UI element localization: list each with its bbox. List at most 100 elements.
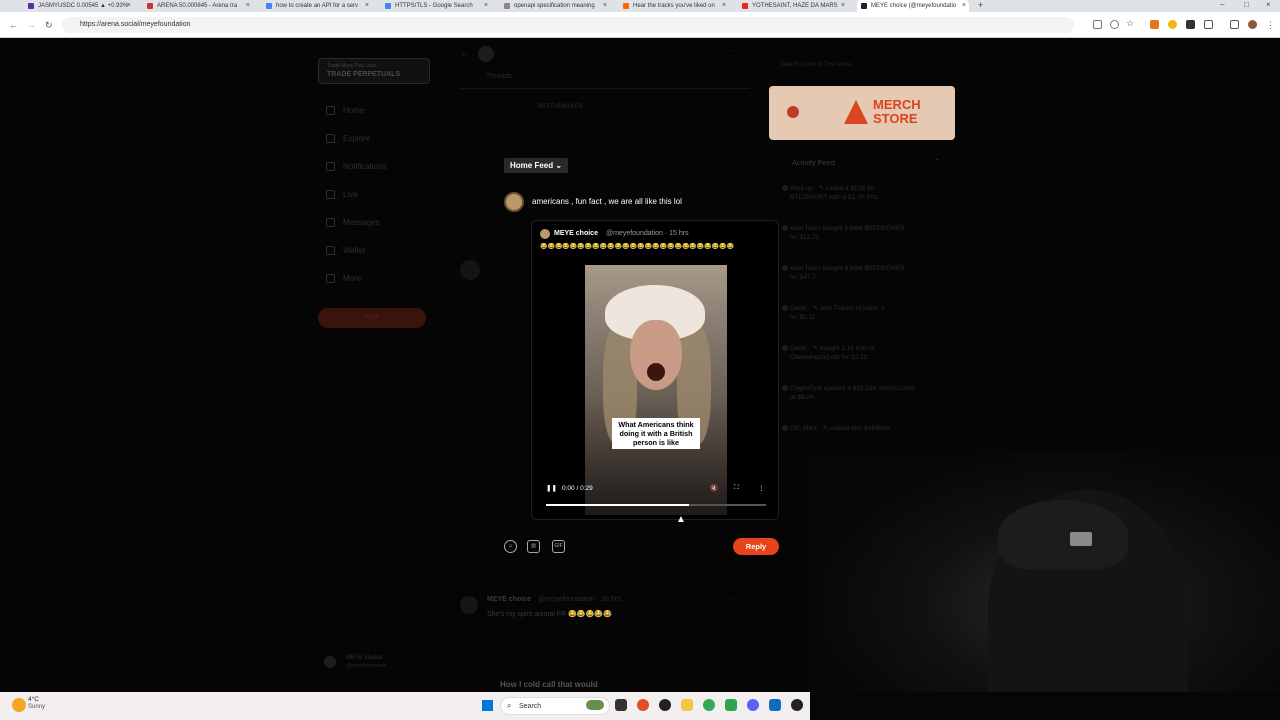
browser-tab[interactable]: YOTHESAINT, HAZE DA MARS × <box>738 0 848 12</box>
mute-icon[interactable]: 🔇 <box>710 484 718 492</box>
forward-icon[interactable]: → <box>27 20 36 30</box>
more-options-icon[interactable]: ··· <box>730 46 738 55</box>
gif-icon[interactable]: GIF <box>552 540 565 553</box>
extension-icon[interactable] <box>1186 20 1195 29</box>
video-caption: What Americans think doing it with a Bri… <box>612 418 700 449</box>
metamask-icon[interactable] <box>1150 20 1159 29</box>
browser-tab[interactable]: HTTPS/TLS - Google Search × <box>381 0 491 12</box>
sidebar-item-messages[interactable]: Messages <box>326 218 379 227</box>
post-button[interactable]: Post <box>318 308 426 328</box>
close-icon[interactable]: × <box>841 2 845 9</box>
list-item[interactable]: Keel Taren bought 8.66M $REDEEMER for $47… <box>782 264 940 282</box>
taskbar: 4°C Sunny ⌕ Search <box>0 692 810 720</box>
close-icon[interactable]: × <box>722 2 726 9</box>
tracking-icon[interactable] <box>1110 20 1119 29</box>
video-frame-shape <box>647 363 665 381</box>
avatar <box>782 385 788 391</box>
home-icon <box>326 106 335 115</box>
taskbar-app-icon[interactable] <box>659 699 671 711</box>
extension-icon[interactable] <box>1168 20 1177 29</box>
sidebar-item-home[interactable]: Home <box>326 106 364 115</box>
minimize-icon[interactable]: – <box>1220 0 1224 9</box>
more-options-icon[interactable]: ··· <box>730 594 738 603</box>
tab-favicon-icon <box>28 3 34 9</box>
live-icon <box>326 190 335 199</box>
feed-selector[interactable]: Home Feed ⌄ <box>504 158 569 173</box>
close-icon[interactable]: × <box>962 2 966 9</box>
back-arrow-icon[interactable]: ← <box>460 48 470 59</box>
close-icon[interactable]: × <box>484 2 488 9</box>
browser-tab[interactable]: Hear the tracks you've liked on × <box>619 0 729 12</box>
browser-tab[interactable]: ARENA 50.000845 - Arena tra × <box>143 0 253 12</box>
avatar <box>782 345 788 351</box>
sidebar-icon[interactable] <box>1230 20 1239 29</box>
merch-store-banner[interactable]: MERCH STORE <box>769 86 955 140</box>
video-progress-bar[interactable] <box>546 504 766 506</box>
reply-text-input[interactable]: americans , fun fact , we are all like t… <box>532 197 682 206</box>
discord-icon[interactable] <box>747 699 759 711</box>
taskbar-app-icon[interactable] <box>586 700 604 710</box>
list-item[interactable]: David · ✎ bought 1.16 kids of Cheetahgang… <box>782 344 940 362</box>
back-icon[interactable]: ← <box>9 20 18 30</box>
tab-favicon-icon <box>504 3 510 9</box>
video-player[interactable] <box>585 265 727 515</box>
weather-icon[interactable] <box>12 698 26 712</box>
browser-tab[interactable]: how to create an API for a serv × <box>262 0 372 12</box>
sidebar-item-explore[interactable]: Explore <box>326 134 370 143</box>
sidebar-item-live[interactable]: Live <box>326 190 358 199</box>
list-item[interactable]: RenLop · ✎ Listed a $158.36 BTC/SHORT wit… <box>782 184 940 202</box>
close-icon[interactable]: × <box>603 2 607 9</box>
close-window-icon[interactable]: × <box>1266 0 1271 9</box>
new-tab-icon[interactable]: + <box>978 0 983 10</box>
url-field[interactable]: https://arena.social/meyefoundation <box>62 17 1074 33</box>
video-controls: ❚❚ 0:00 / 0:29 🔇 ⛶ ⋮ <box>546 484 765 492</box>
merch-dot-icon <box>787 106 799 118</box>
sidebar-item-wallet[interactable]: Wallet <box>326 246 365 255</box>
reload-icon[interactable]: ↻ <box>45 20 53 31</box>
list-item[interactable]: CR..MAX · ✎ staked 800 $ARENA <box>782 424 940 433</box>
webcam-person-shape <box>998 500 1128 570</box>
emoji-icon[interactable]: ☺ <box>504 540 517 553</box>
tab-favicon-icon <box>623 3 629 9</box>
reply-button[interactable]: Reply <box>733 538 779 555</box>
close-icon[interactable]: × <box>127 2 131 9</box>
video-menu-icon[interactable]: ⋮ <box>758 484 765 492</box>
list-item[interactable]: Keel Taren bought 5.64M $REDEEMER for $12… <box>782 224 940 242</box>
profile-avatar[interactable] <box>1248 20 1257 29</box>
close-icon[interactable]: × <box>365 2 369 9</box>
maximize-icon[interactable]: □ <box>1244 0 1249 9</box>
tab-favicon-icon <box>385 3 391 9</box>
extensions-puzzle-icon[interactable] <box>1204 20 1213 29</box>
sidebar-item-more[interactable]: More <box>326 274 361 283</box>
browser-tab[interactable]: JASMYUSDC 0.00545 ▲ +0.93% × <box>24 0 134 12</box>
windows-start-icon[interactable] <box>482 700 493 711</box>
promo-banner[interactable]: Trade More. Pay Less. TRADE PERPETUALS <box>318 58 430 84</box>
search-input[interactable]: Search Users in The Arena <box>780 62 852 68</box>
taskbar-app-icon[interactable] <box>769 699 781 711</box>
bookmark-star-icon[interactable]: ☆ <box>1126 18 1134 29</box>
cast-icon[interactable] <box>1093 20 1102 29</box>
wallet-icon <box>326 246 335 255</box>
taskbar-app-icon[interactable] <box>725 699 737 711</box>
avatar[interactable] <box>324 656 336 668</box>
address-bar: ← → ↻ https://arena.social/meyefoundatio… <box>0 12 1280 38</box>
list-item[interactable]: David · ✎ sent Tickets of klaris ♙ for $0… <box>782 304 940 322</box>
avatar <box>782 305 788 311</box>
chevron-up-icon[interactable]: ⌃ <box>934 158 940 166</box>
post-meta: @meyefoundation · 15 hrs <box>606 230 689 237</box>
task-view-icon[interactable] <box>615 699 627 711</box>
taskbar-app-icon[interactable] <box>637 699 649 711</box>
fullscreen-icon[interactable]: ⛶ <box>734 484 739 492</box>
taskbar-app-icon[interactable] <box>791 699 803 711</box>
pause-icon[interactable]: ❚❚ <box>546 484 557 492</box>
file-explorer-icon[interactable] <box>681 699 693 711</box>
browser-tab-active[interactable]: MEYE choice (@meyefoundatio × <box>857 0 969 12</box>
list-item[interactable]: CryptoTurk opened a $18.15K AVAX/LONG at … <box>782 384 940 402</box>
menu-kebab-icon[interactable]: ⋮ <box>1266 20 1275 31</box>
chrome-icon[interactable] <box>703 699 715 711</box>
sidebar-item-notifications[interactable]: Notifications <box>326 162 387 171</box>
close-icon[interactable]: × <box>246 2 250 9</box>
image-icon[interactable]: ▨ <box>527 540 540 553</box>
tab-threads[interactable]: Threads <box>486 73 512 80</box>
browser-tab[interactable]: openapi specification meaning × <box>500 0 610 12</box>
